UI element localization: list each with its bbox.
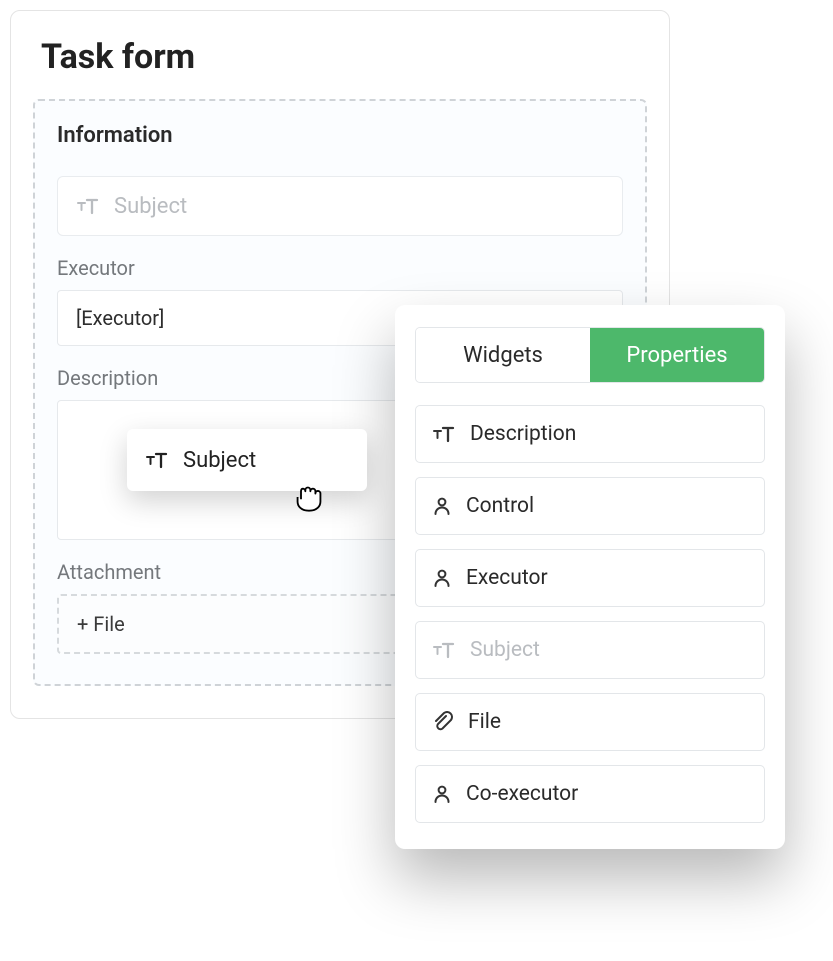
tab-widgets[interactable]: Widgets <box>416 328 590 382</box>
property-item-coexecutor[interactable]: Co-executor <box>415 765 765 823</box>
paperclip-icon <box>432 711 454 733</box>
subject-placeholder: Subject <box>114 194 187 219</box>
panel-tabs: Widgets Properties <box>415 327 765 383</box>
property-label: Subject <box>470 638 540 662</box>
property-label: File <box>468 710 501 734</box>
grab-cursor-icon <box>293 481 325 517</box>
property-item-subject[interactable]: Subject <box>415 621 765 679</box>
property-item-control[interactable]: Control <box>415 477 765 535</box>
property-label: Executor <box>466 566 548 590</box>
executor-value: [Executor] <box>76 306 164 330</box>
subject-input[interactable]: Subject <box>57 176 623 236</box>
dragging-property-chip[interactable]: Subject <box>127 429 367 491</box>
executor-label: Executor <box>57 256 623 280</box>
property-label: Control <box>466 494 534 518</box>
subject-field-block: Subject <box>57 176 623 236</box>
text-icon <box>432 641 456 659</box>
property-item-file[interactable]: File <box>415 693 765 751</box>
add-file-label: + File <box>77 612 125 636</box>
property-item-executor[interactable]: Executor <box>415 549 765 607</box>
dragging-chip-label: Subject <box>183 448 256 473</box>
text-icon <box>76 197 100 215</box>
person-icon <box>432 496 452 516</box>
section-title-information: Information <box>57 123 623 148</box>
property-label: Description <box>470 422 576 446</box>
text-icon <box>145 451 169 469</box>
page-title: Task form <box>41 37 647 77</box>
tab-properties[interactable]: Properties <box>590 328 764 382</box>
text-icon <box>432 425 456 443</box>
person-icon <box>432 784 452 804</box>
person-icon <box>432 568 452 588</box>
property-item-description[interactable]: Description <box>415 405 765 463</box>
property-label: Co-executor <box>466 782 578 806</box>
properties-panel: Widgets Properties Description Control E… <box>395 305 785 849</box>
